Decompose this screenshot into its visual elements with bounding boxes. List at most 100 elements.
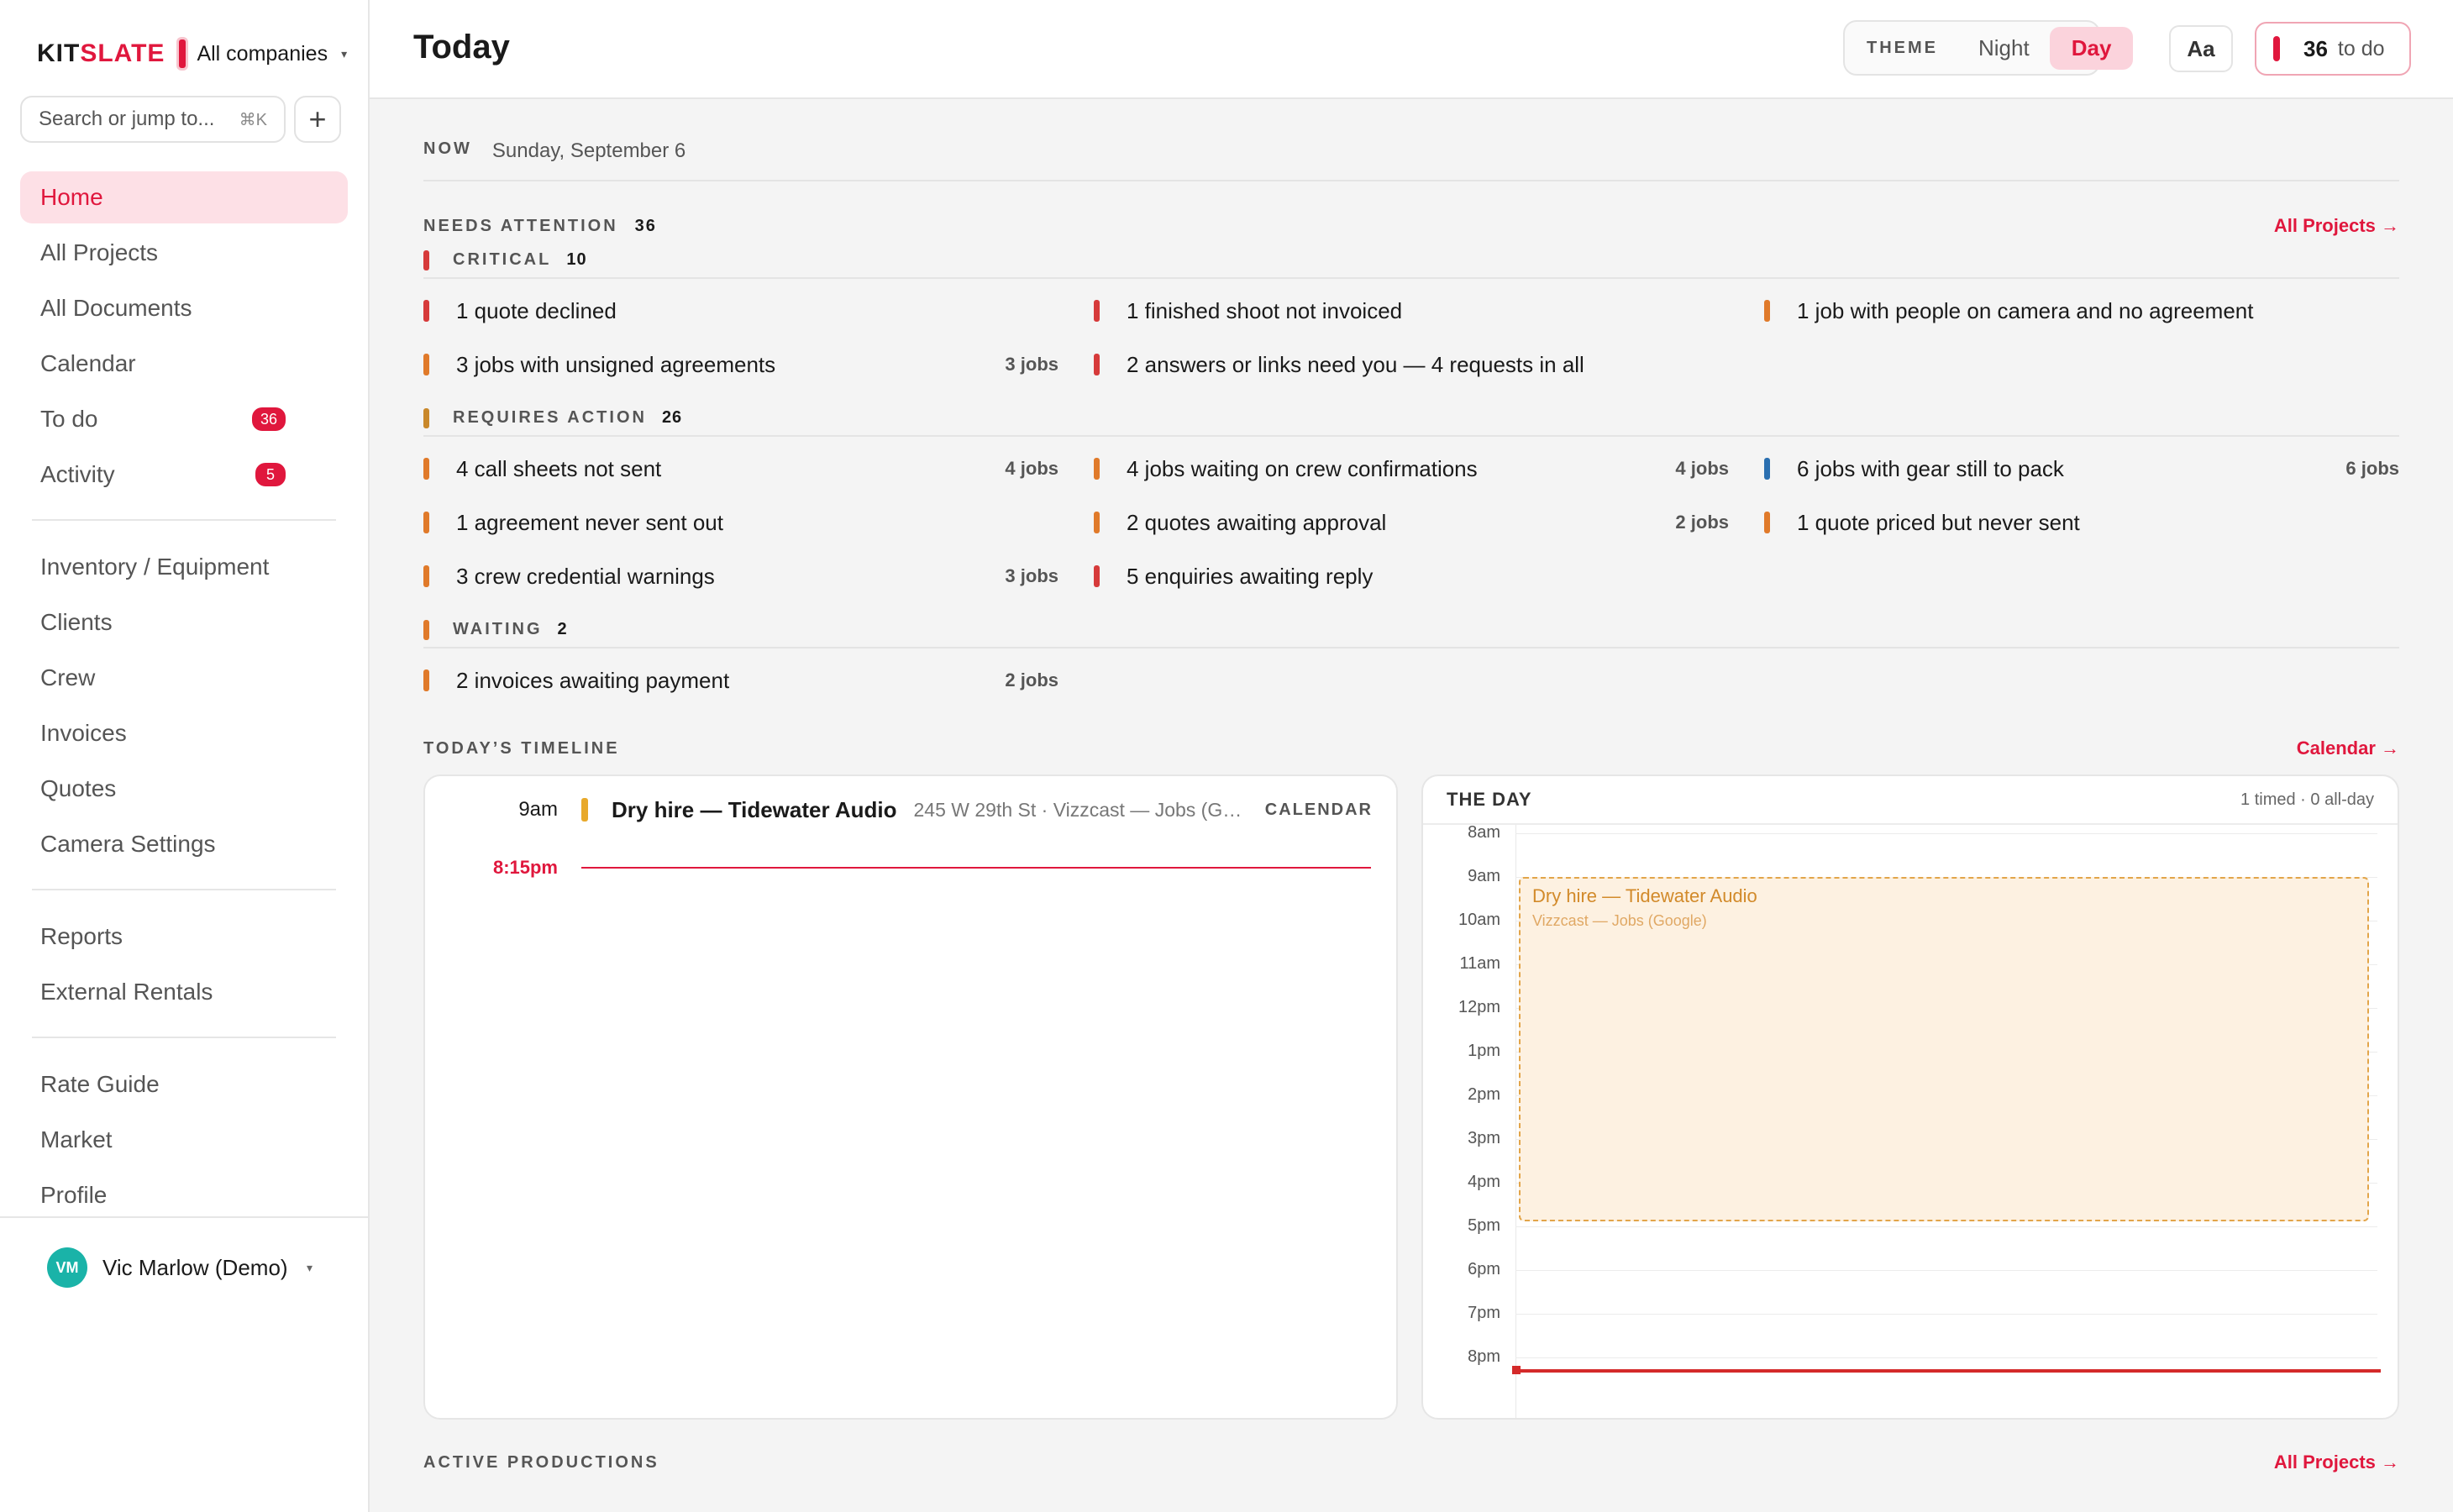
attention-item[interactable]: 4 jobs waiting on crew confirmations 4 j… xyxy=(1094,452,1729,486)
attention-item[interactable]: 4 call sheets not sent 4 jobs xyxy=(423,452,1058,486)
hour-label: 12pm xyxy=(1458,998,1500,1016)
hour-gridline xyxy=(1515,1226,2377,1227)
sidebar-item-all-documents[interactable]: All Documents xyxy=(20,282,348,334)
group-count: 10 xyxy=(566,250,587,269)
item-text: 2 invoices awaiting payment xyxy=(456,667,730,693)
sidebar-item-camera-settings[interactable]: Camera Settings xyxy=(20,818,348,870)
attention-item[interactable]: 1 job with people on camera and no agree… xyxy=(1764,294,2399,328)
search-row: Search or jump to... ⌘K + xyxy=(20,96,341,143)
timeline-card: 9am Dry hire — Tidewater Audio 245 W 29t… xyxy=(423,774,1398,1420)
attention-item[interactable]: 2 quotes awaiting approval 2 jobs xyxy=(1094,506,1729,539)
section-count: 36 xyxy=(634,216,657,235)
all-projects-link[interactable]: All Projects → xyxy=(2274,215,2399,237)
sidebar-item-quotes[interactable]: Quotes xyxy=(20,763,348,815)
item-marker-icon xyxy=(1094,300,1100,322)
sidebar-item-inventory[interactable]: Inventory / Equipment xyxy=(20,541,348,593)
now-label: NOW xyxy=(423,139,472,158)
now-date: Sunday, September 6 xyxy=(491,139,686,162)
needs-attention-header: NEEDS ATTENTION 36 All Projects → xyxy=(423,215,2399,237)
item-text: 1 agreement never sent out xyxy=(456,509,723,535)
sidebar-item-crew[interactable]: Crew xyxy=(20,652,348,704)
item-jobs: 4 jobs xyxy=(1005,458,1058,479)
sidebar-item-label: All Documents xyxy=(40,295,192,321)
sidebar-item-label: Quotes xyxy=(40,775,117,801)
item-jobs: 6 jobs xyxy=(2345,458,2399,479)
hour-label: 1pm xyxy=(1468,1042,1500,1060)
sidebar-item-label: Profile xyxy=(40,1182,108,1208)
hour-row: 5pm xyxy=(1423,1216,2398,1270)
hour-gridline xyxy=(1515,1314,2377,1315)
attention-item[interactable]: 3 jobs with unsigned agreements 3 jobs xyxy=(423,348,1058,381)
attention-item[interactable]: 6 jobs with gear still to pack 6 jobs xyxy=(1764,452,2399,486)
theme-label: THEME xyxy=(1867,38,1938,57)
user-menu[interactable]: VM Vic Marlow (Demo) ▾ xyxy=(0,1216,370,1317)
company-switcher[interactable]: KIT SLATE All companies ▾ xyxy=(37,37,347,71)
hour-row: 7pm xyxy=(1423,1304,2398,1357)
now-row: NOW Sunday, September 6 xyxy=(423,139,2399,181)
attention-item[interactable]: 3 crew credential warnings 3 jobs xyxy=(423,559,1058,593)
hour-label: 4pm xyxy=(1468,1173,1500,1191)
sidebar-item-external-rentals[interactable]: External Rentals xyxy=(20,966,348,1018)
add-button[interactable]: + xyxy=(294,96,341,143)
sidebar-item-invoices[interactable]: Invoices xyxy=(20,707,348,759)
hour-label: 6pm xyxy=(1468,1260,1500,1278)
group-marker-icon xyxy=(423,250,429,270)
sidebar-item-reports[interactable]: Reports xyxy=(20,911,348,963)
hour-label: 8am xyxy=(1468,823,1500,842)
item-text: 1 job with people on camera and no agree… xyxy=(1797,297,2254,323)
item-text: 6 jobs with gear still to pack xyxy=(1797,455,2064,481)
search-input[interactable]: Search or jump to... ⌘K xyxy=(20,96,286,143)
item-jobs: 4 jobs xyxy=(1675,458,1729,479)
group-count: 2 xyxy=(557,620,568,638)
section-label: TODAY’S TIMELINE xyxy=(423,738,620,758)
item-marker-icon xyxy=(1094,354,1100,375)
calendar-link[interactable]: Calendar → xyxy=(2297,738,2399,759)
font-size-button[interactable]: Aa xyxy=(2169,25,2233,72)
item-marker-icon xyxy=(1764,458,1770,480)
timeline-event[interactable]: 9am Dry hire — Tidewater Audio 245 W 29t… xyxy=(425,791,1400,828)
sidebar-item-activity[interactable]: Activity 5 xyxy=(20,449,348,501)
group-marker-icon xyxy=(423,620,429,640)
company-name: All companies xyxy=(197,41,328,66)
hour-label: 2pm xyxy=(1468,1085,1500,1104)
sidebar-item-rate-guide[interactable]: Rate Guide xyxy=(20,1058,348,1110)
item-text: 3 jobs with unsigned agreements xyxy=(456,351,776,377)
attention-item[interactable]: 1 quote declined xyxy=(423,294,1058,328)
sidebar-item-market[interactable]: Market xyxy=(20,1114,348,1166)
item-jobs: 3 jobs xyxy=(1005,354,1058,375)
sidebar-item-home[interactable]: Home xyxy=(20,171,348,223)
all-projects-link[interactable]: All Projects → xyxy=(2274,1452,2399,1473)
theme-night-button[interactable]: Night xyxy=(1958,35,2050,61)
sidebar-item-label: Inventory / Equipment xyxy=(40,554,270,580)
hour-label: 8pm xyxy=(1468,1347,1500,1366)
attention-item[interactable]: 1 agreement never sent out xyxy=(423,506,1058,539)
day-event-subtitle: Vizzcast — Jobs (Google) xyxy=(1532,912,1707,929)
todo-button[interactable]: 36 to do xyxy=(2255,22,2411,76)
group-label: WAITING xyxy=(453,620,543,638)
attention-item[interactable]: 2 invoices awaiting payment 2 jobs xyxy=(423,664,1058,697)
sidebar-item-profile[interactable]: Profile xyxy=(20,1169,348,1221)
event-marker-icon xyxy=(581,798,588,822)
sidebar-item-clients[interactable]: Clients xyxy=(20,596,348,648)
sidebar: KIT SLATE All companies ▾ Search or jump … xyxy=(0,0,370,1512)
group-marker-icon xyxy=(423,408,429,428)
item-marker-icon xyxy=(423,354,429,375)
item-text: 2 answers or links need you — 4 requests… xyxy=(1127,351,1584,377)
sidebar-item-all-projects[interactable]: All Projects xyxy=(20,227,348,279)
hour-row: 6pm xyxy=(1423,1260,2398,1314)
hour-label: 10am xyxy=(1458,911,1500,929)
attention-item[interactable]: 1 quote priced but never sent xyxy=(1764,506,2399,539)
logo-text: KIT xyxy=(37,39,81,67)
event-time: 9am xyxy=(518,798,558,821)
avatar: VM xyxy=(47,1247,87,1288)
sidebar-item-label: Rate Guide xyxy=(40,1071,160,1097)
attention-item[interactable]: 2 answers or links need you — 4 requests… xyxy=(1094,348,1729,381)
theme-day-button[interactable]: Day xyxy=(2049,26,2134,70)
attention-item[interactable]: 1 finished shoot not invoiced xyxy=(1094,294,1729,328)
item-marker-icon xyxy=(423,669,429,691)
hour-label: 3pm xyxy=(1468,1129,1500,1147)
sidebar-item-todo[interactable]: To do 36 xyxy=(20,393,348,445)
sidebar-item-calendar[interactable]: Calendar xyxy=(20,338,348,390)
attention-item[interactable]: 5 enquiries awaiting reply xyxy=(1094,559,1729,593)
day-event-block[interactable]: Dry hire — Tidewater Audio Vizzcast — Jo… xyxy=(1519,877,2369,1221)
